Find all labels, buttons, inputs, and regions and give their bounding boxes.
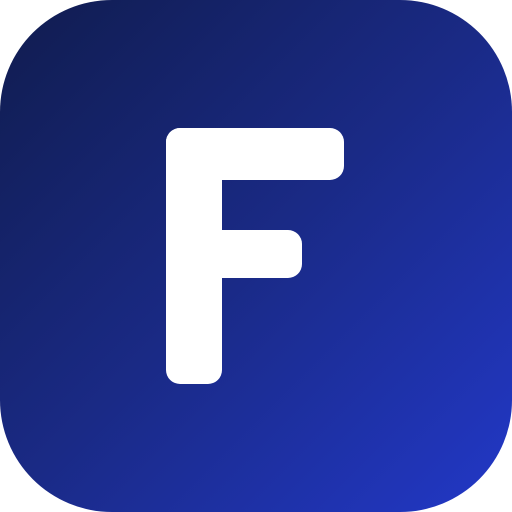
f-top-bar: [166, 128, 344, 180]
f-middle-bar: [166, 230, 302, 278]
letter-f-icon: [166, 128, 344, 384]
app-icon: [0, 0, 512, 512]
